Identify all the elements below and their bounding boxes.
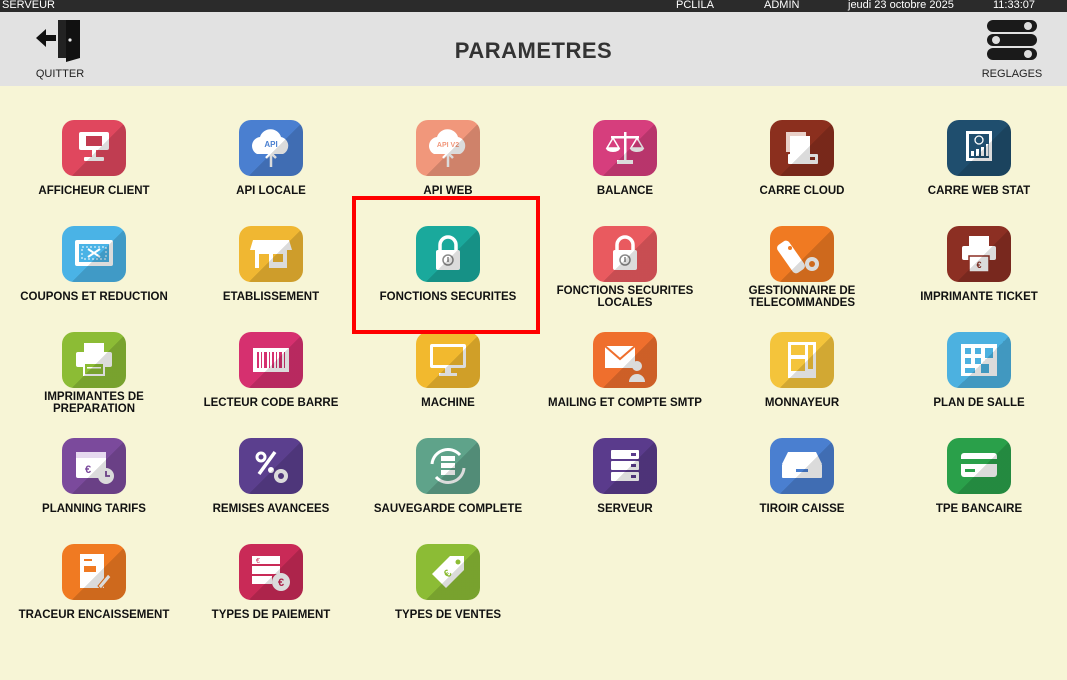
settings-tile-label: TPE BANCAIRE [935, 503, 1023, 515]
settings-tile-label: CARRE CLOUD [759, 185, 845, 197]
settings-tile-plan-de-salle[interactable]: PLAN DE SALLE [890, 332, 1067, 432]
settings-tile-imprimantes-de-preparation[interactable]: IMPRIMANTES DE PREPARATION [5, 332, 183, 432]
settings-button[interactable]: REGLAGES [972, 18, 1052, 84]
settings-tile-label: CARRE WEB STAT [927, 185, 1031, 197]
web-stat-icon [947, 120, 1011, 176]
cash-drawer-icon [770, 438, 834, 494]
display-icon [62, 120, 126, 176]
percent-gear-icon [239, 438, 303, 494]
user-name: ADMIN [764, 0, 800, 11]
settings-tile-remises-avancees[interactable]: REMISES AVANCEES [182, 438, 360, 538]
page-title: PARAMETRES [454, 38, 613, 63]
settings-tile-api-locale[interactable]: API API LOCALE [182, 120, 360, 220]
settings-tile-label: PLAN DE SALLE [933, 397, 1025, 409]
settings-tile-label: TIROIR CAISSE [759, 503, 845, 515]
settings-tile-gestionnaire-de-telecommandes[interactable]: GESTIONNAIRE DE TELECOMMANDES [713, 226, 891, 326]
settings-tile-types-de-paiement[interactable]: € € TYPES DE PAIEMENT [182, 544, 360, 644]
settings-tile-tiroir-caisse[interactable]: TIROIR CAISSE [713, 438, 891, 538]
price-tag-icon: € [416, 544, 480, 600]
settings-tile-label: REMISES AVANCEES [212, 503, 330, 515]
card-icon [947, 438, 1011, 494]
settings-tile-api-web[interactable]: API V2 API WEB [359, 120, 537, 220]
padlock-icon [416, 226, 480, 282]
cloud-api-text: API [264, 140, 277, 149]
settings-tile-lecteur-code-barre[interactable]: LECTEUR CODE BARRE [182, 332, 360, 432]
cloud-api-icon: API [239, 120, 303, 176]
settings-tile-label: MONNAYEUR [764, 397, 840, 409]
settings-tile-coupons-et-reduction[interactable]: COUPONS ET REDUCTION [5, 226, 183, 326]
settings-tile-mailing-et-compte-smtp[interactable]: MAILING ET COMPTE SMTP [536, 332, 714, 432]
settings-tile-carre-cloud[interactable]: CARRE CLOUD [713, 120, 891, 220]
settings-tile-carre-web-stat[interactable]: CARRE WEB STAT [890, 120, 1067, 220]
floor-plan-icon [947, 332, 1011, 388]
settings-tile-sauvegarde-complete[interactable]: SAUVEGARDE COMPLETE [359, 438, 537, 538]
settings-tile-label: TRACEUR ENCAISSEMENT [18, 609, 170, 621]
mail-user-icon [593, 332, 657, 388]
svg-text:€: € [976, 260, 981, 270]
ticket-printer-icon: € [947, 226, 1011, 282]
barcode-icon [239, 332, 303, 388]
settings-tile-label: API LOCALE [236, 185, 306, 197]
svg-text:€: € [85, 464, 91, 476]
settings-tile-afficheur-client[interactable]: AFFICHEUR CLIENT [5, 120, 183, 220]
svg-text:€: € [256, 558, 260, 565]
settings-tile-planning-tarifs[interactable]: € PLANNING TARIFS [5, 438, 183, 538]
status-bar: SERVEUR PCLILA ADMIN jeudi 23 octobre 20… [0, 0, 1067, 12]
remote-control-icon [770, 226, 834, 282]
settings-tile-types-de-ventes[interactable]: € TYPES DE VENTES [359, 544, 537, 644]
cash-machine-icon [770, 332, 834, 388]
settings-tile-imprimante-ticket[interactable]: € IMPRIMANTE TICKET [890, 226, 1067, 326]
settings-tile-label: FONCTIONS SECURITES LOCALES [556, 285, 694, 309]
settings-tile-serveur[interactable]: SERVEUR [536, 438, 714, 538]
settings-tile-label: TYPES DE VENTES [394, 609, 502, 621]
settings-tile-label: FONCTIONS SECURITES [379, 291, 517, 303]
settings-tile-fonctions-securites[interactable]: FONCTIONS SECURITES [359, 226, 537, 326]
header-bar: QUITTER PARAMETRES REGLAGES [0, 12, 1067, 86]
receipt-trace-icon [62, 544, 126, 600]
settings-label: REGLAGES [981, 68, 1043, 80]
settings-tile-label: ETABLISSEMENT [222, 291, 320, 303]
coupon-icon [62, 226, 126, 282]
settings-tile-label: IMPRIMANTE TICKET [920, 291, 1038, 303]
settings-tile-label: API WEB [423, 185, 473, 197]
settings-tile-label: AFFICHEUR CLIENT [38, 185, 150, 197]
settings-tile-label: COUPONS ET REDUCTION [20, 291, 168, 303]
settings-tile-label: LECTEUR CODE BARRE [203, 397, 339, 409]
payment-euro-icon: € € [239, 544, 303, 600]
toggles-icon [987, 20, 1037, 60]
settings-tile-traceur-encaissement[interactable]: TRACEUR ENCAISSEMENT [5, 544, 183, 644]
settings-tile-balance[interactable]: BALANCE [536, 120, 714, 220]
padlock-icon [593, 226, 657, 282]
cloud-api-v2-icon: API V2 [416, 120, 480, 176]
settings-tile-label: TYPES DE PAIEMENT [211, 609, 331, 621]
station-name: PCLILA [676, 0, 714, 11]
settings-tile-label: IMPRIMANTES DE PREPARATION [44, 391, 144, 415]
svg-text:€: € [278, 577, 284, 589]
printer-icon [62, 332, 126, 388]
cloud-api-v2-text: API V2 [437, 142, 459, 149]
settings-tile-fonctions-securites-locales[interactable]: FONCTIONS SECURITES LOCALES [536, 226, 714, 326]
settings-tile-machine[interactable]: MACHINE [359, 332, 537, 432]
backup-sync-icon [416, 438, 480, 494]
settings-tile-label: MAILING ET COMPTE SMTP [548, 397, 702, 409]
current-date: jeudi 23 octobre 2025 [848, 0, 954, 11]
settings-tile-etablissement[interactable]: ETABLISSEMENT [182, 226, 360, 326]
scale-icon [593, 120, 657, 176]
settings-tile-label: MACHINE [421, 397, 475, 409]
shop-icon [239, 226, 303, 282]
calendar-euro-icon: € [62, 438, 126, 494]
quit-label: QUITTER [35, 68, 85, 80]
settings-tile-label: SAUVEGARDE COMPLETE [373, 503, 523, 515]
server-stack-icon [593, 438, 657, 494]
settings-tile-label: SERVEUR [597, 503, 653, 515]
monitor-icon [416, 332, 480, 388]
settings-tile-label: GESTIONNAIRE DE TELECOMMANDES [748, 285, 856, 309]
server-name: SERVEUR [2, 0, 55, 11]
server-box-icon [770, 120, 834, 176]
settings-tile-tpe-bancaire[interactable]: TPE BANCAIRE [890, 438, 1067, 538]
settings-tile-label: BALANCE [596, 185, 654, 197]
settings-tile-label: PLANNING TARIFS [42, 503, 146, 515]
settings-tile-monnayeur[interactable]: MONNAYEUR [713, 332, 891, 432]
current-time: 11:33:07 [993, 0, 1036, 11]
